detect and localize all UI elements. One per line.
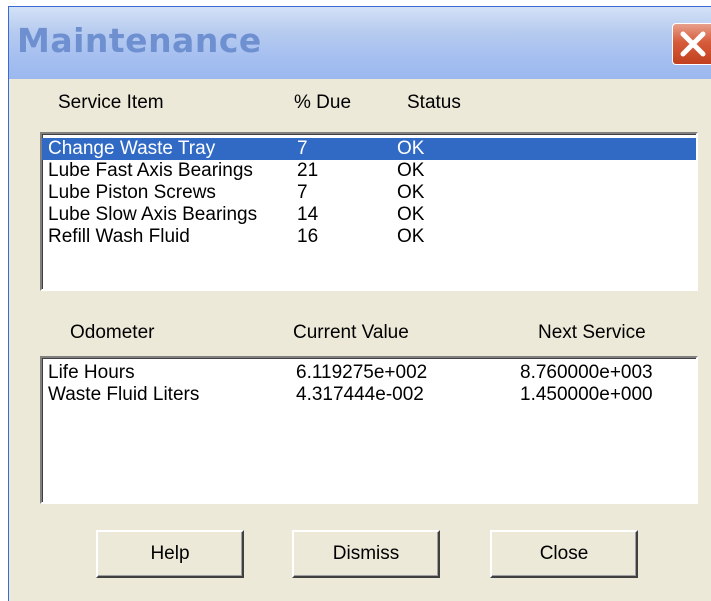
close-button[interactable]: Close <box>490 530 638 578</box>
dismiss-button[interactable]: Dismiss <box>292 530 440 578</box>
header-service-item: Service Item <box>58 92 164 113</box>
close-icon <box>680 31 706 57</box>
service-due-cell: 16 <box>297 226 319 247</box>
odometer-list[interactable]: Life Hours 6.119275e+002 8.760000e+003 Wast… <box>40 356 698 504</box>
service-item-cell: Change Waste Tray <box>48 138 216 159</box>
service-item-cell: Lube Fast Axis Bearings <box>48 160 253 181</box>
service-status-cell: OK <box>397 138 425 159</box>
header-next-service: Next Service <box>538 322 646 343</box>
service-row[interactable]: Lube Slow Axis Bearings 14 OK <box>42 204 696 226</box>
odometer-name-cell: Waste Fluid Liters <box>48 384 200 405</box>
service-status-cell: OK <box>397 182 425 203</box>
title-bar[interactable]: Maintenance <box>9 7 711 79</box>
header-odometer: Odometer <box>70 322 155 343</box>
odometer-next-cell: 1.450000e+000 <box>520 384 653 405</box>
service-due-cell: 14 <box>297 204 319 225</box>
service-row[interactable]: Lube Piston Screws 7 OK <box>42 182 696 204</box>
header-current-value: Current Value <box>293 322 409 343</box>
service-row[interactable]: Refill Wash Fluid 16 OK <box>42 226 696 248</box>
odometer-row[interactable]: Life Hours 6.119275e+002 8.760000e+003 <box>42 362 696 384</box>
odometer-next-cell: 8.760000e+003 <box>520 362 653 383</box>
service-row[interactable]: Lube Fast Axis Bearings 21 OK <box>42 160 696 182</box>
service-item-cell: Refill Wash Fluid <box>48 226 190 247</box>
window-title: Maintenance <box>17 21 262 60</box>
odometer-current-cell: 6.119275e+002 <box>296 362 428 383</box>
header-percent-due: % Due <box>294 92 352 113</box>
maintenance-dialog: Maintenance Service Item % Due Status Ch… <box>8 6 711 601</box>
close-window-button[interactable] <box>672 23 711 65</box>
service-due-cell: 21 <box>297 160 319 181</box>
service-status-cell: OK <box>397 226 425 247</box>
service-item-list[interactable]: Change Waste Tray 7 OK Lube Fast Axis Beari… <box>40 132 698 291</box>
header-status: Status <box>407 92 461 113</box>
service-item-cell: Lube Piston Screws <box>48 182 216 203</box>
service-item-cell: Lube Slow Axis Bearings <box>48 204 258 225</box>
service-row[interactable]: Change Waste Tray 7 OK <box>42 138 696 160</box>
help-button[interactable]: Help <box>96 530 244 578</box>
odometer-row[interactable]: Waste Fluid Liters 4.317444e-002 1.450000e… <box>42 384 696 406</box>
service-status-cell: OK <box>397 204 425 225</box>
service-due-cell: 7 <box>297 138 308 159</box>
service-status-cell: OK <box>397 160 425 181</box>
odometer-current-cell: 4.317444e-002 <box>296 384 424 405</box>
odometer-name-cell: Life Hours <box>48 362 135 383</box>
service-due-cell: 7 <box>297 182 308 203</box>
